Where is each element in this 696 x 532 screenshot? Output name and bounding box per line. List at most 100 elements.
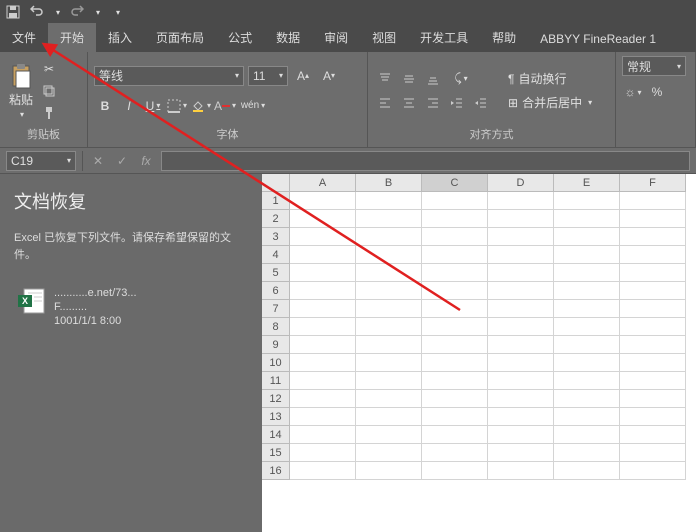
cell[interactable] <box>422 318 488 336</box>
cell[interactable] <box>554 444 620 462</box>
cell[interactable] <box>422 336 488 354</box>
align-right-button[interactable] <box>422 93 444 113</box>
cell[interactable] <box>488 264 554 282</box>
cell[interactable] <box>620 300 686 318</box>
row-header[interactable]: 13 <box>262 408 290 426</box>
cell[interactable] <box>554 192 620 210</box>
cell[interactable] <box>356 336 422 354</box>
cell[interactable] <box>620 282 686 300</box>
cell[interactable] <box>488 300 554 318</box>
cell[interactable] <box>290 444 356 462</box>
enter-formula-button[interactable]: ✓ <box>113 152 131 170</box>
cell[interactable] <box>422 264 488 282</box>
cell[interactable] <box>356 462 422 480</box>
cell[interactable] <box>620 192 686 210</box>
cell[interactable] <box>488 444 554 462</box>
cell[interactable] <box>290 354 356 372</box>
row-header[interactable]: 3 <box>262 228 290 246</box>
grow-font-button[interactable]: A▴ <box>292 66 314 86</box>
merge-center-button[interactable]: ⊞合并后居中▾ <box>504 93 596 113</box>
cell[interactable] <box>422 228 488 246</box>
undo-icon[interactable] <box>30 5 44 19</box>
select-all-corner[interactable] <box>262 174 290 192</box>
phonetic-button[interactable]: wén▾ <box>238 96 268 116</box>
row-header[interactable]: 15 <box>262 444 290 462</box>
cell[interactable] <box>620 444 686 462</box>
cell[interactable] <box>356 408 422 426</box>
tab-abbyy[interactable]: ABBYY FineReader 1 <box>528 26 668 52</box>
formula-bar[interactable] <box>161 151 690 171</box>
cell[interactable] <box>422 444 488 462</box>
row-header[interactable]: 2 <box>262 210 290 228</box>
row-header[interactable]: 16 <box>262 462 290 480</box>
cell[interactable] <box>422 210 488 228</box>
tab-review[interactable]: 审阅 <box>312 23 360 52</box>
cell[interactable] <box>356 246 422 264</box>
cell[interactable] <box>356 282 422 300</box>
column-header[interactable]: B <box>356 174 422 192</box>
cell[interactable] <box>422 246 488 264</box>
cell[interactable] <box>620 426 686 444</box>
cell[interactable] <box>620 246 686 264</box>
cell[interactable] <box>488 192 554 210</box>
format-painter-button[interactable] <box>38 103 60 123</box>
cell[interactable] <box>554 318 620 336</box>
cell[interactable] <box>554 426 620 444</box>
wrap-text-button[interactable]: ¶自动换行 <box>504 69 596 89</box>
cell[interactable] <box>356 372 422 390</box>
cell[interactable] <box>488 354 554 372</box>
cell[interactable] <box>356 444 422 462</box>
cell[interactable] <box>620 264 686 282</box>
cell[interactable] <box>356 318 422 336</box>
spreadsheet-grid[interactable]: ABCDEF 12345678910111213141516 <box>262 174 696 532</box>
cell[interactable] <box>488 336 554 354</box>
orientation-button[interactable]: ⤹▾ <box>446 69 476 89</box>
cell[interactable] <box>356 426 422 444</box>
fx-button[interactable]: fx <box>137 152 155 170</box>
cell[interactable] <box>554 300 620 318</box>
cell[interactable] <box>290 372 356 390</box>
align-center-button[interactable] <box>398 93 420 113</box>
row-header[interactable]: 8 <box>262 318 290 336</box>
align-top-button[interactable] <box>374 69 396 89</box>
cell[interactable] <box>356 192 422 210</box>
accounting-format-button[interactable]: ☼▾ <box>622 82 644 102</box>
row-header[interactable]: 1 <box>262 192 290 210</box>
cell[interactable] <box>290 318 356 336</box>
cell[interactable] <box>554 462 620 480</box>
cell[interactable] <box>554 246 620 264</box>
row-header[interactable]: 9 <box>262 336 290 354</box>
cell[interactable] <box>290 282 356 300</box>
align-bottom-button[interactable] <box>422 69 444 89</box>
cell[interactable] <box>554 228 620 246</box>
tab-home[interactable]: 开始 <box>48 23 96 52</box>
cell[interactable] <box>290 210 356 228</box>
cell[interactable] <box>356 300 422 318</box>
cell[interactable] <box>554 408 620 426</box>
cell[interactable] <box>620 408 686 426</box>
decrease-indent-button[interactable] <box>446 93 468 113</box>
cell[interactable] <box>422 300 488 318</box>
cell[interactable] <box>422 426 488 444</box>
cell[interactable] <box>422 354 488 372</box>
redo-icon[interactable] <box>70 5 84 19</box>
tab-insert[interactable]: 插入 <box>96 23 144 52</box>
row-header[interactable]: 7 <box>262 300 290 318</box>
cell[interactable] <box>488 210 554 228</box>
fill-color-button[interactable]: ▾ <box>190 96 212 116</box>
tab-formula[interactable]: 公式 <box>216 23 264 52</box>
column-header[interactable]: A <box>290 174 356 192</box>
cancel-formula-button[interactable]: ✕ <box>89 152 107 170</box>
underline-button[interactable]: U▾ <box>142 96 164 116</box>
column-header[interactable]: E <box>554 174 620 192</box>
cell[interactable] <box>554 390 620 408</box>
cell[interactable] <box>620 336 686 354</box>
italic-button[interactable]: I <box>118 96 140 116</box>
tab-view[interactable]: 视图 <box>360 23 408 52</box>
cell[interactable] <box>488 426 554 444</box>
number-format-combo[interactable]: 常规▾ <box>622 56 686 76</box>
tab-data[interactable]: 数据 <box>264 23 312 52</box>
tab-help[interactable]: 帮助 <box>480 23 528 52</box>
cell[interactable] <box>422 408 488 426</box>
cell[interactable] <box>422 282 488 300</box>
